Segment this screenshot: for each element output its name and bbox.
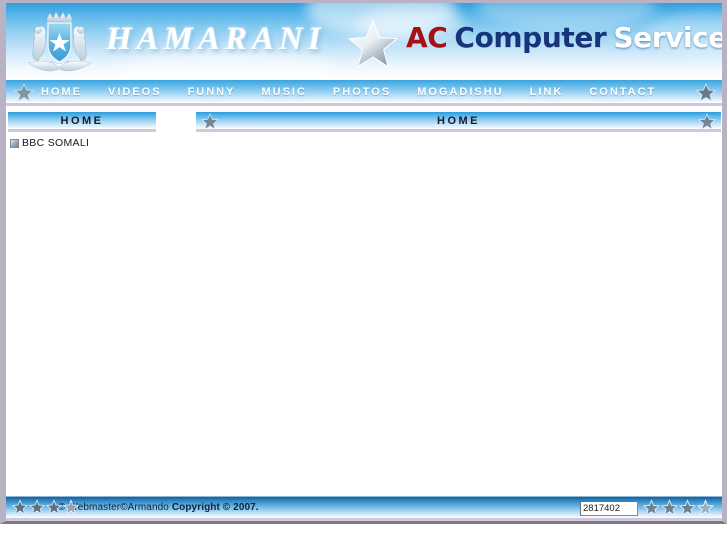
- star-icon: [661, 499, 678, 516]
- list-item[interactable]: BBC SOMALI: [10, 136, 188, 150]
- star-icon: [679, 499, 696, 516]
- content-section-header: HOME: [196, 112, 721, 132]
- site-header-banner: HAMARANI AC Computer Service: [6, 3, 722, 80]
- silver-star-icon: [347, 19, 399, 68]
- somali-coat-of-arms-icon: [27, 11, 92, 72]
- nav-item-videos[interactable]: VIDEOS: [95, 80, 175, 103]
- bullet-square-icon: [10, 138, 19, 148]
- sidebar-title: HOME: [60, 114, 104, 127]
- site-frame: HAMARANI AC Computer Service HOME VIDEOS…: [0, 0, 727, 524]
- main-content: HOME: [188, 106, 722, 472]
- sidebar-link-bbc-somali[interactable]: BBC SOMALI: [22, 137, 89, 149]
- sidebar-section-header: HOME: [8, 112, 156, 132]
- sidebar: HOME BBC SOMALI: [6, 106, 188, 150]
- logo-part-service: Service: [613, 21, 722, 54]
- page-root: HAMARANI AC Computer Service HOME VIDEOS…: [0, 0, 727, 545]
- site-footer: © Webmaster©Armando Copyright © 2007.: [6, 496, 722, 521]
- nav-item-mogadishu[interactable]: MOGADISHU: [404, 80, 516, 103]
- logo-part-ac: AC: [406, 21, 448, 54]
- star-icon: [201, 113, 219, 129]
- star-icon: [643, 499, 660, 516]
- nav-item-list: HOME VIDEOS FUNNY MUSIC PHOTOS MOGADISHU…: [28, 80, 669, 103]
- nav-item-funny[interactable]: FUNNY: [175, 80, 249, 103]
- star-icon: [12, 499, 28, 515]
- star-icon: [14, 83, 34, 102]
- visitor-counter-input[interactable]: [580, 501, 638, 516]
- footer-stars-right: [643, 499, 714, 516]
- star-icon: [698, 113, 716, 129]
- footer-copyright-bold: Copyright © 2007.: [171, 502, 259, 513]
- nav-item-photos[interactable]: PHOTOS: [320, 80, 404, 103]
- site-brand-script: HAMARANI: [106, 21, 326, 57]
- star-icon: [63, 499, 79, 515]
- star-icon: [46, 499, 62, 515]
- ac-computer-service-logo: AC Computer Service: [406, 24, 722, 52]
- content-title: HOME: [437, 114, 480, 127]
- content-body: [188, 132, 722, 472]
- sidebar-link-list: BBC SOMALI: [6, 136, 188, 150]
- logo-part-computer: Computer: [454, 21, 607, 54]
- footer-copyright: © Webmaster©Armando Copyright © 2007.: [58, 502, 259, 513]
- footer-stars-left: [12, 499, 79, 515]
- main-navigation-bar: HOME VIDEOS FUNNY MUSIC PHOTOS MOGADISHU…: [6, 80, 722, 106]
- star-icon: [696, 83, 716, 102]
- star-icon: [29, 499, 45, 515]
- nav-item-link[interactable]: LINK: [517, 80, 577, 103]
- nav-item-music[interactable]: MUSIC: [248, 80, 319, 103]
- star-icon: [697, 499, 714, 516]
- page-body: HOME BBC SOMALI HOME: [6, 106, 722, 496]
- nav-item-home[interactable]: HOME: [28, 80, 95, 103]
- nav-item-contact[interactable]: CONTACT: [576, 80, 669, 103]
